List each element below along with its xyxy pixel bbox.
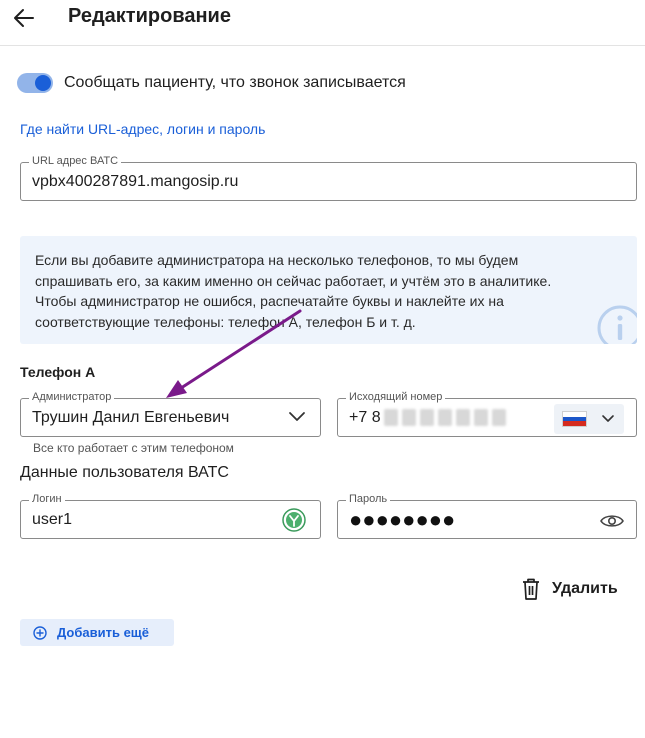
admin-select-value: Трушин Данил Евгеньевич [32, 408, 230, 426]
login-field-value: user1 [32, 510, 73, 528]
russia-flag-icon [562, 411, 587, 427]
password-field-value: ●●●●●●●● [349, 506, 456, 532]
delete-button[interactable]: Удалить [522, 577, 618, 601]
eye-icon[interactable] [600, 513, 624, 529]
country-select[interactable] [554, 404, 624, 434]
admin-helper-text: Все кто работает с этим телефоном [33, 441, 234, 455]
admin-select[interactable]: Администратор Трушин Данил Евгеньевич [20, 391, 321, 437]
back-arrow-icon [14, 9, 34, 27]
notify-toggle-row: Сообщать пациенту, что звонок записывает… [17, 71, 406, 95]
delete-button-label: Удалить [552, 580, 618, 597]
login-field[interactable]: Логин user1 [20, 493, 321, 539]
plus-circle-icon [33, 625, 47, 640]
help-link[interactable]: Где найти URL-адрес, логин и пароль [20, 121, 265, 137]
url-field-value: vpbx400287891.mangosip.ru [32, 172, 239, 190]
header: Редактирование [0, 0, 645, 46]
back-button[interactable] [10, 4, 38, 32]
info-icon [597, 305, 637, 344]
notify-toggle-label: Сообщать пациенту, что звонок записывает… [64, 74, 406, 91]
user-data-title: Данные пользователя ВАТС [20, 464, 229, 481]
toggle-knob [35, 75, 51, 91]
add-more-button-label: Добавить ещё [57, 625, 150, 640]
password-field[interactable]: Пароль ●●●●●●●● [337, 493, 637, 539]
notify-toggle[interactable] [17, 73, 53, 93]
outgoing-number-field[interactable]: Исходящий номер +7 8 [337, 391, 637, 437]
url-field[interactable]: URL адрес ВАТС vpbx400287891.mangosip.ru [20, 155, 637, 201]
outgoing-number-value: +7 8 [349, 408, 381, 426]
redacted-number [384, 409, 506, 426]
chevron-down-icon[interactable] [288, 411, 306, 423]
info-text: Если вы добавите администратора на неско… [35, 252, 552, 330]
add-more-button[interactable]: Добавить ещё [20, 619, 174, 646]
chevron-down-icon [602, 415, 614, 422]
info-box: Если вы добавите администратора на неско… [20, 236, 637, 344]
page-title: Редактирование [68, 5, 231, 27]
phone-section-title: Телефон А [20, 364, 96, 380]
password-manager-icon[interactable] [282, 508, 306, 532]
trash-icon [523, 578, 539, 600]
